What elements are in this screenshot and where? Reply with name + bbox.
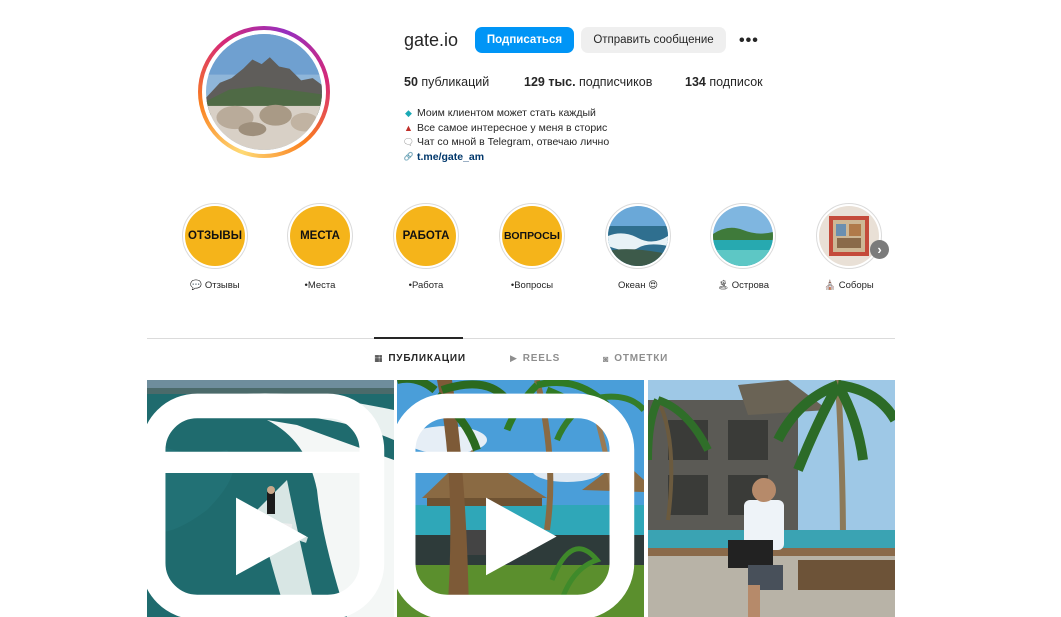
red-triangle-icon: ▲ xyxy=(404,122,413,133)
highlight-label: 💬 Отзывы xyxy=(190,280,240,291)
tab-tagged[interactable]: ◙ ОТМЕТКИ xyxy=(603,353,668,364)
profile-bio: ◆ Моим клиентом может стать каждый ▲ Все… xyxy=(402,106,610,165)
grid-icon: ▦ xyxy=(374,353,384,363)
highlight-label: Океан 😍 xyxy=(617,280,658,291)
posts-count: 50 публикаций xyxy=(404,75,490,89)
link-icon: 🔗 xyxy=(403,151,414,161)
highlight-work[interactable]: РАБОТА •Работа xyxy=(376,203,476,291)
post-tile[interactable] xyxy=(397,380,644,617)
diamond-icon: ◆ xyxy=(405,108,412,118)
highlight-islands[interactable]: 🏝 Острова xyxy=(693,203,793,291)
reel-badge-icon xyxy=(147,393,385,617)
cathedral-cover-image xyxy=(819,206,879,266)
highlight-questions[interactable]: ВОПРОСЫ •Вопросы xyxy=(482,203,582,291)
reel-badge-icon xyxy=(397,393,635,617)
highlight-label: ⛪ Соборы xyxy=(824,280,874,291)
highlight-label: 🏝 Острова xyxy=(717,280,769,291)
highlight-reviews[interactable]: ОТЗЫВЫ 💬 Отзывы xyxy=(165,203,265,291)
following-link[interactable]: 134 подписок xyxy=(685,75,763,89)
bio-line: Все самое интересное у меня в сторис xyxy=(417,121,608,134)
more-options-icon[interactable]: ••• xyxy=(739,32,759,50)
tab-posts[interactable]: ▦ ПУБЛИКАЦИИ xyxy=(374,353,466,364)
chevron-right-icon[interactable]: › xyxy=(870,240,889,259)
tagged-icon: ◙ xyxy=(603,353,610,364)
ocean-cover-image xyxy=(608,206,668,266)
highlight-label: •Работа xyxy=(408,280,444,291)
reels-icon: ▶ xyxy=(510,353,518,363)
post-tile[interactable] xyxy=(147,380,394,617)
post-tile[interactable] xyxy=(648,380,895,617)
speech-bubble-icon: 🗨 xyxy=(402,137,415,148)
bio-line: Моим клиентом может стать каждый xyxy=(417,107,596,119)
active-tab-indicator xyxy=(374,337,463,339)
highlight-label: •Вопросы xyxy=(510,280,554,291)
bio-line: Чат со мной в Telegram, отвечаю лично xyxy=(417,136,610,149)
bio-link[interactable]: t.me/gate_am xyxy=(417,150,484,165)
profile-username: gate.io xyxy=(404,30,459,50)
island-cover-image xyxy=(713,206,773,266)
highlight-label: •Места xyxy=(304,280,336,291)
profile-avatar[interactable] xyxy=(198,26,330,158)
highlight-places[interactable]: МЕСТА •Места xyxy=(270,203,370,291)
highlight-ocean[interactable]: Океан 😍 xyxy=(588,203,688,291)
avatar-image xyxy=(206,34,322,150)
tab-reels[interactable]: ▶ REELS xyxy=(510,353,560,364)
tabs-divider xyxy=(147,338,895,339)
follow-button[interactable]: Подписаться xyxy=(475,27,574,53)
pool-laptop-photo xyxy=(648,380,895,617)
followers-link[interactable]: 129 тыс. подписчиков xyxy=(524,75,652,89)
send-message-button[interactable]: Отправить сообщение xyxy=(581,27,726,53)
